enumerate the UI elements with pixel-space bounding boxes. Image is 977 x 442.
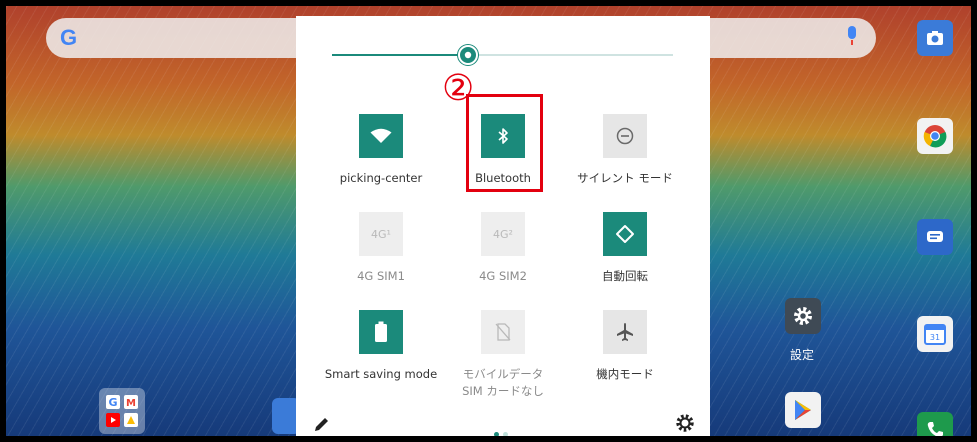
screen: G 31 設定 GM ② picking-center Bluetooth サイ… [0,0,977,442]
tile-airplane-mode[interactable]: 機内モード [555,310,695,383]
4g-sim1-icon: 4G¹ [359,212,403,256]
auto-rotate-icon [603,212,647,256]
quick-settings-panel: ② picking-center Bluetooth サイレント モード 4G¹… [296,16,710,436]
svg-text:31: 31 [930,333,940,342]
tile-4g-sim1[interactable]: 4G¹ 4G SIM1 [311,212,451,285]
tile-label: モバイルデータ [462,367,544,381]
mobile-data-icon [481,310,525,354]
panel-footer [296,408,710,436]
4g-sim2-icon: 4G² [481,212,525,256]
tile-silent-mode[interactable]: サイレント モード [555,114,695,187]
microphone-icon[interactable] [846,26,858,46]
phone-icon[interactable] [917,412,953,436]
tile-auto-rotate[interactable]: 自動回転 [555,212,695,285]
page-dot [503,432,508,436]
tile-sublabel: SIM カードなし [462,384,544,398]
play-store-icon[interactable] [785,392,821,428]
messages-icon[interactable] [917,219,953,255]
settings-gear-icon[interactable] [674,412,696,434]
battery-icon [359,310,403,354]
red-highlight-box [466,94,543,192]
tile-label: 4G SIM2 [479,269,527,283]
tile-label: picking-center [339,171,423,185]
brightness-icon [465,51,472,59]
tile-label: 機内モード [596,367,654,381]
brightness-slider-thumb[interactable] [458,45,479,65]
tile-label: サイレント モード [577,171,673,185]
tile-wifi[interactable]: picking-center [311,114,451,187]
settings-icon[interactable] [785,298,821,334]
brightness-slider-fill [332,54,469,56]
chrome-icon[interactable] [917,118,953,154]
airplane-icon [603,310,647,354]
settings-label: 設定 [790,348,815,362]
page-dot-active [494,432,499,436]
do-not-disturb-icon [603,114,647,158]
google-folder-icon[interactable]: GM [99,388,145,434]
camera-icon[interactable] [917,20,953,56]
tile-label: Smart saving mode [324,367,438,381]
svg-text:M: M [126,398,136,409]
tile-mobile-data[interactable]: モバイルデータ SIM カードなし [433,310,573,400]
edit-pencil-icon[interactable] [312,414,332,434]
tile-label: 4G SIM1 [357,269,405,283]
svg-text:G: G [108,396,117,409]
calendar-icon[interactable]: 31 [917,316,953,352]
google-logo: G [60,25,78,50]
tile-label: 自動回転 [602,269,648,283]
page-indicator [492,422,510,436]
wifi-icon [359,114,403,158]
tile-4g-sim2[interactable]: 4G² 4G SIM2 [433,212,573,285]
tile-smart-saving[interactable]: Smart saving mode [311,310,451,383]
